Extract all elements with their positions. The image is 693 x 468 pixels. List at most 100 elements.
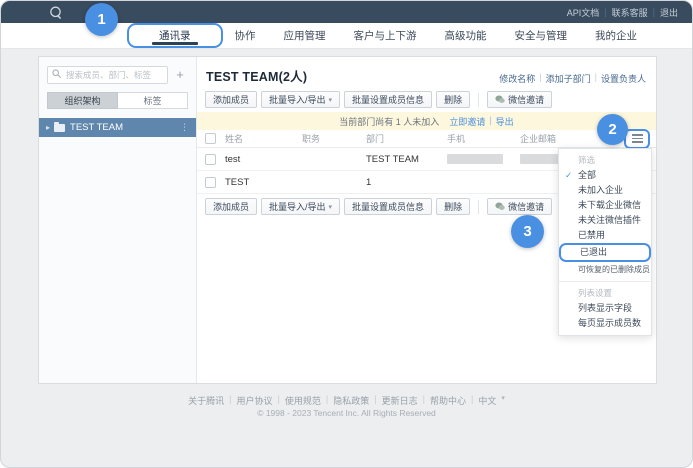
invite-notice-bar: 当前部门尚有 1 人未加入 立即邀请 | 导出 [197, 112, 656, 130]
filter-dropdown-menu: 筛选 ✓ 全部 未加入企业 未下载企业微信 未关注微信插件 已禁用 已退出 可恢… [558, 148, 652, 336]
department-name: TEST TEAM [70, 122, 180, 133]
batch-set-info-button[interactable]: 批量设置成员信息 [344, 198, 432, 215]
button-label: 批量导入/导出 [269, 93, 326, 106]
col-phone: 手机 [447, 132, 520, 145]
button-label: 添加成员 [213, 200, 249, 213]
wechat-invite-button[interactable]: 微信邀请 [487, 91, 552, 108]
footer-help-link[interactable]: 帮助中心 [430, 394, 466, 407]
button-label: 添加成员 [213, 93, 249, 106]
chevron-down-icon: ▾ [329, 96, 333, 104]
app-window: API文档 | 联系客服 | 退出 通讯录 协作 应用管理 客户与上下游 高级功… [0, 0, 693, 468]
more-options-icon[interactable]: ⋮ [180, 122, 189, 133]
footer-links: 关于腾讯 | 用户协议 | 使用规范 | 隐私政策 | 更新日志 | 帮助中心 … [1, 394, 692, 407]
divider: | [326, 394, 328, 407]
rename-link[interactable]: 修改名称 [499, 72, 535, 85]
language-selector[interactable]: 中文 [478, 394, 496, 407]
divider [478, 200, 479, 214]
chevron-down-icon: ▾ [329, 203, 333, 211]
list-filter-icon[interactable] [626, 131, 648, 147]
export-link[interactable]: 导出 [496, 115, 514, 128]
folder-icon [54, 124, 65, 132]
menu-item-page-size[interactable]: 每页显示成员数 [559, 316, 651, 331]
cell-name: TEST [225, 177, 302, 188]
button-label: 删除 [444, 200, 462, 213]
annotation-step-1: 1 [85, 3, 118, 36]
tab-app-management[interactable]: 应用管理 [270, 23, 340, 48]
menu-item-recoverable-deleted[interactable]: 可恢复的已删除成员 [559, 262, 651, 277]
batch-import-export-button[interactable]: 批量导入/导出 ▾ [261, 91, 340, 108]
department-actions: 修改名称 | 添加子部门 | 设置负责人 [499, 72, 646, 85]
topbar-links: API文档 | 联系客服 | 退出 [567, 6, 678, 19]
annotation-step-2: 2 [597, 114, 628, 145]
tab-collaboration[interactable]: 协作 [221, 23, 270, 48]
delete-button[interactable]: 删除 [436, 91, 470, 108]
footer-about-link[interactable]: 关于腾讯 [188, 394, 224, 407]
cell-name: test [225, 154, 302, 165]
sidebar: + 组织架构 标签 ▸ TEST TEAM ⋮ [39, 57, 197, 383]
menu-item-label: 全部 [578, 170, 596, 180]
invite-now-link[interactable]: 立即邀请 [449, 115, 485, 128]
menu-item-all[interactable]: ✓ 全部 [559, 168, 651, 183]
batch-set-info-button[interactable]: 批量设置成员信息 [344, 91, 432, 108]
tab-labels[interactable]: 标签 [118, 92, 188, 109]
divider: | [539, 72, 541, 85]
button-label: 批量设置成员信息 [352, 93, 424, 106]
row-checkbox[interactable] [205, 154, 216, 165]
table-header: 姓名 职务 部门 手机 企业邮箱 [197, 130, 656, 148]
api-doc-link[interactable]: API文档 [567, 6, 600, 19]
batch-import-export-button[interactable]: 批量导入/导出 ▾ [261, 198, 340, 215]
divider [478, 93, 479, 107]
sidebar-item-test-team[interactable]: ▸ TEST TEAM ⋮ [39, 118, 196, 137]
footer-privacy-link[interactable]: 隐私政策 [333, 394, 369, 407]
tab-security-management[interactable]: 安全与管理 [501, 23, 582, 48]
tab-advanced-features[interactable]: 高级功能 [431, 23, 501, 48]
search-input[interactable] [47, 66, 168, 84]
divider: | [595, 72, 597, 85]
contact-support-link[interactable]: 联系客服 [612, 6, 648, 19]
divider: | [604, 7, 606, 17]
tab-customers[interactable]: 客户与上下游 [340, 23, 431, 48]
logo-chat-icon [49, 6, 62, 19]
add-sub-department-link[interactable]: 添加子部门 [546, 72, 591, 85]
menu-item-disabled[interactable]: 已禁用 [559, 228, 651, 243]
chevron-right-icon: ▸ [46, 123, 50, 132]
button-label: 批量设置成员信息 [352, 200, 424, 213]
delete-button[interactable]: 删除 [436, 198, 470, 215]
menu-item-not-joined[interactable]: 未加入企业 [559, 183, 651, 198]
cell-department: TEST TEAM [366, 154, 447, 165]
copyright-text: © 1998 - 2023 Tencent Inc. All Rights Re… [1, 408, 692, 418]
sidebar-tabs: 组织架构 标签 [47, 92, 188, 109]
tab-my-enterprise[interactable]: 我的企业 [581, 23, 651, 48]
row-checkbox[interactable] [205, 177, 216, 188]
toolbar-top: 添加成员 批量导入/导出 ▾ 批量设置成员信息 删除 [197, 91, 656, 108]
add-member-button[interactable]: 添加成员 [205, 198, 257, 215]
button-label: 删除 [444, 93, 462, 106]
menu-item-not-following[interactable]: 未关注微信插件 [559, 213, 651, 228]
add-member-button[interactable]: 添加成员 [205, 91, 257, 108]
wechat-icon [495, 95, 505, 104]
tab-contacts[interactable]: 通讯录 [129, 25, 221, 46]
notice-text: 当前部门尚有 1 人未加入 [339, 115, 439, 128]
col-department: 部门 [366, 132, 447, 145]
add-department-button[interactable]: + [172, 67, 188, 83]
menu-section-list-settings: 列表设置 [559, 286, 651, 301]
button-label: 批量导入/导出 [269, 200, 326, 213]
menu-item-display-fields[interactable]: 列表显示字段 [559, 301, 651, 316]
wechat-invite-button[interactable]: 微信邀请 [487, 198, 552, 215]
menu-item-not-downloaded[interactable]: 未下载企业微信 [559, 198, 651, 213]
set-leader-link[interactable]: 设置负责人 [601, 72, 646, 85]
menu-section-filter: 筛选 [559, 153, 651, 168]
divider: | [423, 394, 425, 407]
logout-link[interactable]: 退出 [660, 6, 678, 19]
tab-org-structure[interactable]: 组织架构 [47, 92, 118, 109]
select-all-checkbox[interactable] [205, 133, 216, 144]
divider: | [374, 394, 376, 407]
button-label: 微信邀请 [508, 200, 544, 213]
divider: | [471, 394, 473, 407]
menu-item-exited[interactable]: 已退出 [561, 245, 649, 260]
footer-changelog-link[interactable]: 更新日志 [382, 394, 418, 407]
cell-department: 1 [366, 177, 447, 188]
footer-agreement-link[interactable]: 用户协议 [237, 394, 273, 407]
divider: | [278, 394, 280, 407]
footer-usage-link[interactable]: 使用规范 [285, 394, 321, 407]
